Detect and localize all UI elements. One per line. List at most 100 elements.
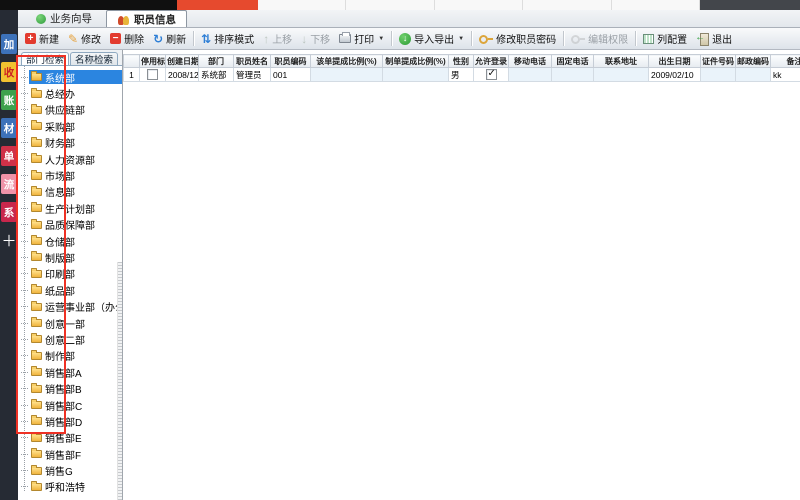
- toolbar-button-label: 刷新: [166, 31, 186, 46]
- folder-icon: [31, 335, 42, 343]
- tree-item[interactable]: 销售部A: [18, 364, 122, 380]
- dock-item[interactable]: 加: [1, 34, 17, 54]
- dock-item[interactable]: 流: [1, 174, 17, 194]
- toolbar-separator: [391, 31, 392, 46]
- tree-item-label: 纸品部: [45, 283, 75, 298]
- table-row[interactable]: 12008/12/24系统部管理员001男2009/02/10kk: [124, 68, 800, 82]
- folder-icon: [31, 434, 42, 442]
- panel-tab[interactable]: 名称检索: [70, 52, 118, 65]
- column-header[interactable]: 邮政编码: [736, 55, 771, 68]
- cell-create_date: 2008/12/24: [166, 68, 199, 82]
- folder-icon: [31, 483, 42, 491]
- toolbar-button[interactable]: 修改: [64, 30, 105, 48]
- tree-item[interactable]: 纸品部: [18, 282, 122, 298]
- dropdown-arrow-icon: ▼: [378, 36, 384, 42]
- toolbar-button-label: 导入导出: [414, 31, 454, 46]
- toolbar-button-label: 编辑权限: [588, 31, 628, 46]
- tree-item[interactable]: 销售部B: [18, 380, 122, 396]
- tree-item[interactable]: 呼和浩特: [18, 479, 122, 495]
- column-header[interactable]: 联系地址: [594, 55, 649, 68]
- dock-item[interactable]: 单: [1, 146, 17, 166]
- tree-item[interactable]: 仓储部: [18, 233, 122, 249]
- column-header[interactable]: 创建日期: [166, 55, 199, 68]
- panel-tab[interactable]: 部门检索: [21, 52, 69, 65]
- column-header[interactable]: 部门: [199, 55, 234, 68]
- tree-item[interactable]: 运营事业部（办公室）: [18, 298, 122, 314]
- tree-item[interactable]: 销售部F: [18, 446, 122, 462]
- tree-item-label: 系统部: [45, 70, 75, 85]
- exit-icon: [696, 33, 709, 44]
- checkbox[interactable]: [486, 69, 497, 80]
- column-header[interactable]: 出生日期: [649, 55, 701, 68]
- dock-item[interactable]: 收: [1, 62, 17, 82]
- toolbar-button[interactable]: 打印▼: [335, 30, 388, 48]
- toolbar-button-label: 退出: [712, 31, 732, 46]
- toolbar-button-label: 上移: [272, 31, 292, 46]
- cell-mobile: [509, 68, 552, 82]
- tree-item[interactable]: 制版部: [18, 249, 122, 265]
- folder-icon: [31, 139, 42, 147]
- toolbar-button[interactable]: 刷新: [149, 30, 190, 48]
- edit-icon: [68, 33, 78, 45]
- panel-scrollbar[interactable]: [117, 262, 122, 500]
- tree-item[interactable]: 采购部: [18, 118, 122, 134]
- window-tab[interactable]: 业务向导: [26, 10, 102, 27]
- dock-item[interactable]: ＋: [1, 230, 17, 250]
- tree-item[interactable]: 市场部: [18, 167, 122, 183]
- toolbar-button-label: 新建: [39, 31, 59, 46]
- folder-icon: [31, 221, 42, 229]
- window-tab[interactable]: 职员信息: [106, 10, 187, 27]
- checkbox[interactable]: [147, 69, 158, 80]
- tree-item[interactable]: 生产计划部: [18, 200, 122, 216]
- main-area: 业务向导职员信息 新建修改删除刷新排序模式上移下移打印▼导入导出▼修改职员密码编…: [18, 10, 800, 500]
- column-header[interactable]: 固定电话: [552, 55, 594, 68]
- tree-item[interactable]: 销售部D: [18, 413, 122, 429]
- toolbar-button-label: 排序模式: [214, 31, 254, 46]
- tree-item[interactable]: 销售G: [18, 462, 122, 478]
- column-header[interactable]: 证件号码: [701, 55, 736, 68]
- dock-item[interactable]: 账: [1, 90, 17, 110]
- column-header[interactable]: 该单提成比例(%): [311, 55, 383, 68]
- toolbar-button[interactable]: 删除: [106, 30, 148, 48]
- tree-item[interactable]: 品质保障部: [18, 217, 122, 233]
- cell-rate_doc: [311, 68, 383, 82]
- tree-item[interactable]: 总经办: [18, 85, 122, 101]
- column-header[interactable]: 职员编码: [271, 55, 311, 68]
- tree-item[interactable]: 创意一部: [18, 315, 122, 331]
- tree-item[interactable]: 创意二部: [18, 331, 122, 347]
- tree-item[interactable]: 制作部: [18, 348, 122, 364]
- column-header[interactable]: [124, 55, 140, 68]
- folder-icon: [31, 73, 42, 81]
- toolbar-button[interactable]: 退出: [692, 30, 736, 48]
- toolbar-button[interactable]: 导入导出▼: [395, 30, 468, 48]
- toolbar-button[interactable]: 排序模式: [197, 30, 258, 48]
- tree-item[interactable]: 信息部: [18, 184, 122, 200]
- column-header[interactable]: 备注: [771, 55, 800, 68]
- dock-item[interactable]: 材: [1, 118, 17, 138]
- tree-item[interactable]: 销售部C: [18, 397, 122, 413]
- column-header[interactable]: 移动电话: [509, 55, 552, 68]
- column-header[interactable]: 制单提成比例(%): [383, 55, 449, 68]
- cell-address: [594, 68, 649, 82]
- toolbar-button: 编辑权限: [567, 30, 632, 48]
- toolbar-button[interactable]: 修改职员密码: [475, 30, 560, 48]
- toolbar-button[interactable]: 列配置: [639, 30, 691, 48]
- tree-item[interactable]: 系统部: [18, 69, 122, 85]
- tree-item-label: 制作部: [45, 348, 75, 363]
- toolbar-button-label: 修改: [81, 31, 101, 46]
- column-header[interactable]: 停用标志: [140, 55, 166, 68]
- tree-item[interactable]: 财务部: [18, 135, 122, 151]
- column-header[interactable]: 允许登录: [474, 55, 509, 68]
- toolbar-button[interactable]: 新建: [21, 30, 63, 48]
- employee-grid-area: 停用标志创建日期部门职员姓名职员编码该单提成比例(%)制单提成比例(%)性别允许…: [123, 50, 800, 500]
- column-header[interactable]: 性别: [449, 55, 474, 68]
- top-strip-right: [700, 0, 800, 10]
- tree-item[interactable]: 供应链部: [18, 102, 122, 118]
- tree-item[interactable]: 人力资源部: [18, 151, 122, 167]
- dock-item[interactable]: 系: [1, 202, 17, 222]
- tree-item[interactable]: 销售部E: [18, 430, 122, 446]
- column-header[interactable]: 职员姓名: [234, 55, 271, 68]
- tree-item-label: 销售部B: [45, 381, 82, 396]
- tree-item[interactable]: 印刷部: [18, 266, 122, 282]
- folder-icon: [31, 106, 42, 114]
